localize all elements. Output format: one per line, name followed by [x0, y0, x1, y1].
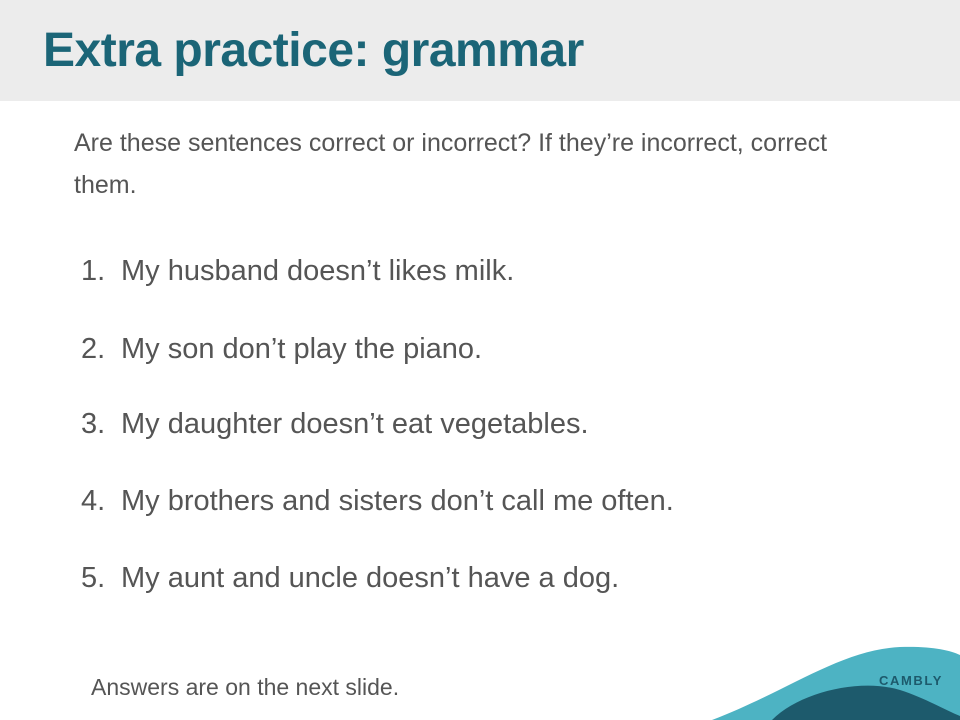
- cambly-logo: CAMBLY: [879, 673, 944, 688]
- decorative-wave: [712, 646, 960, 720]
